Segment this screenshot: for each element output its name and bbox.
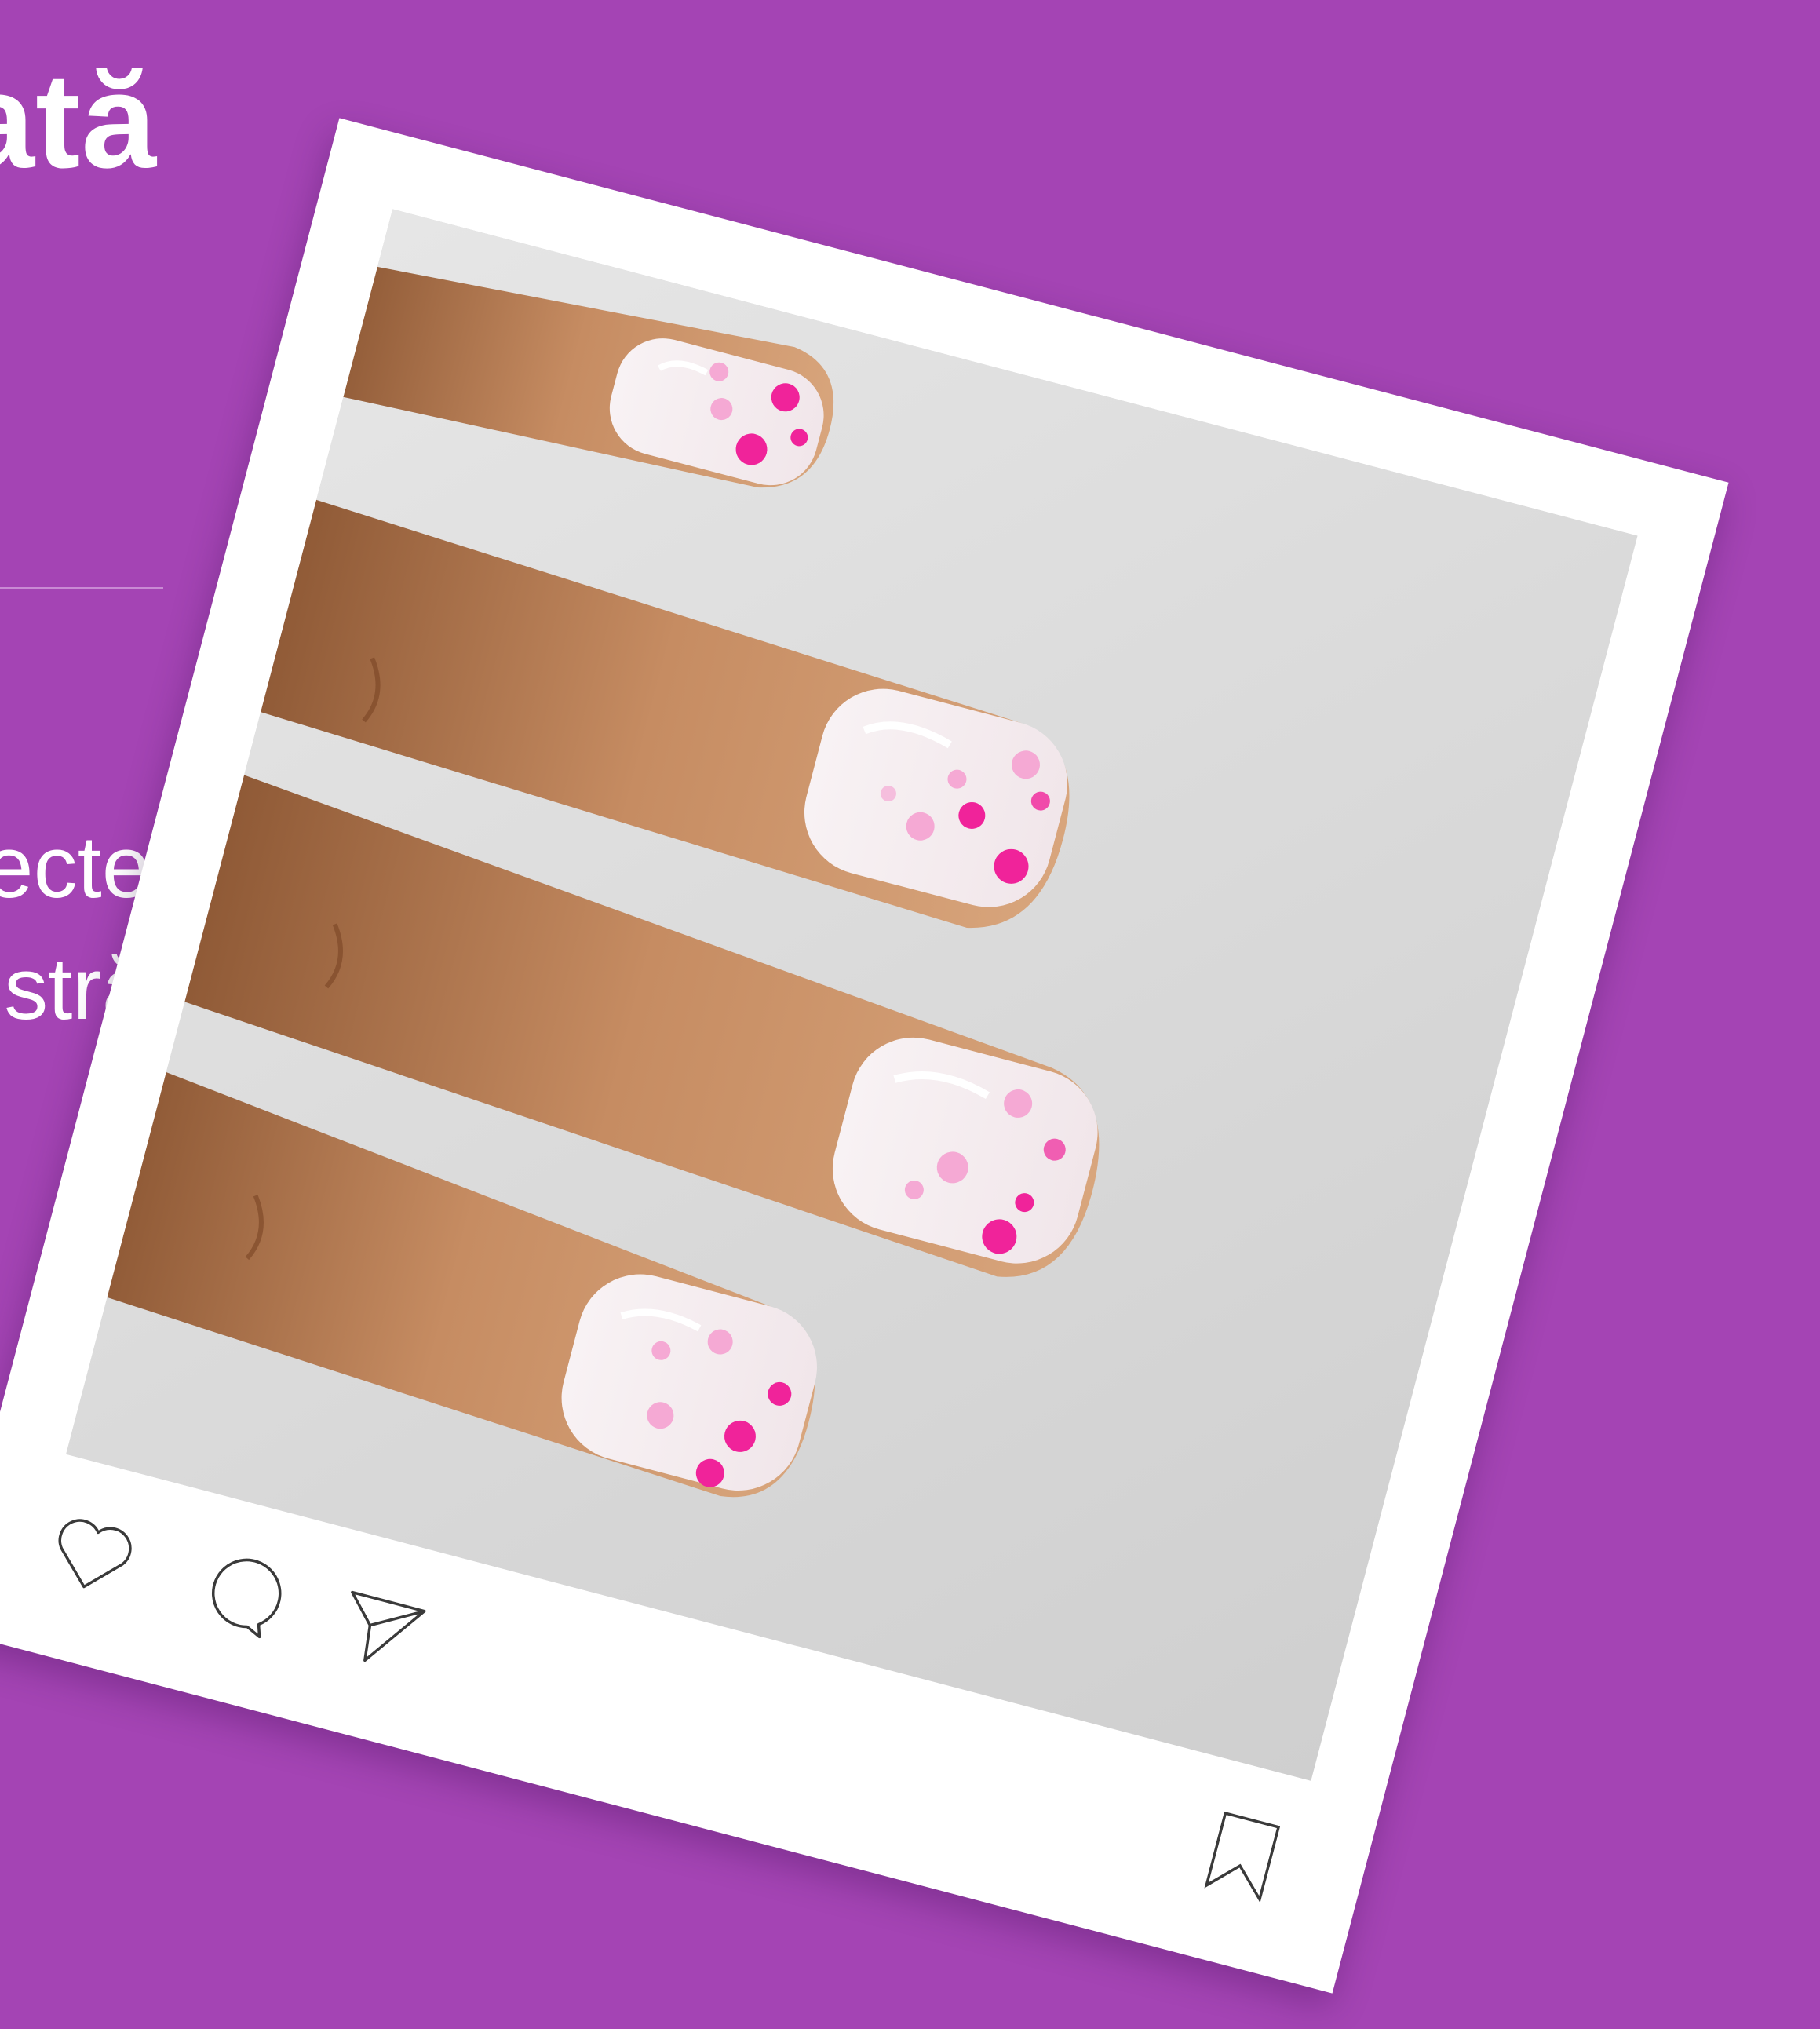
nail-art-illustration [66,209,1638,1781]
heart-icon[interactable] [35,1497,150,1612]
post-card [0,118,1729,1994]
bookmark-icon[interactable] [1185,1799,1300,1914]
page: ată ecte stră [0,0,1820,2029]
share-icon[interactable] [323,1573,439,1688]
nail-art-photo [66,209,1638,1781]
comment-icon[interactable] [179,1535,294,1650]
heading-fragment: ată [0,46,157,196]
body-text-line: ecte [0,818,151,916]
divider [0,587,163,589]
